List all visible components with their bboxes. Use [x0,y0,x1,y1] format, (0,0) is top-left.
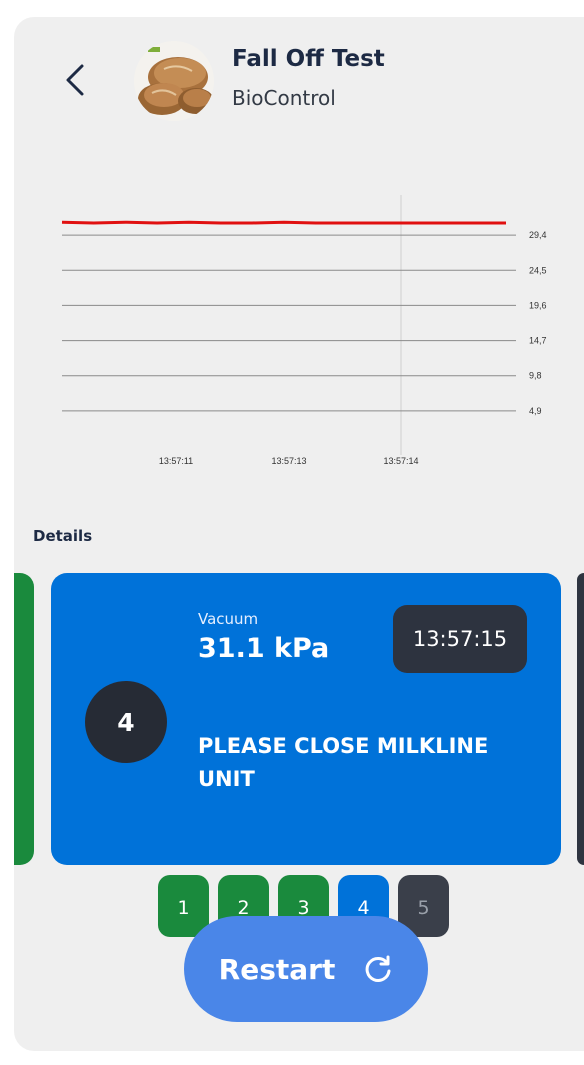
y-tick-label: 4,9 [529,406,542,416]
restart-button[interactable]: Restart [184,916,428,1022]
y-tick-label: 24,5 [529,265,547,275]
vacuum-value: 31.1 kPa [198,633,330,664]
x-tick-label: 13:57:14 [383,456,418,466]
previous-step-card[interactable] [14,573,34,865]
vacuum-label: Vacuum [198,610,259,628]
step-card: Vacuum 31.1 kPa 13:57:15 4 PLEASE CLOSE … [51,573,561,865]
y-tick-label: 9,8 [529,371,542,381]
step-5-label: 5 [417,897,430,919]
time-badge: 13:57:15 [393,605,527,673]
x-tick-label: 13:57:13 [271,456,306,466]
next-step-card[interactable] [577,573,584,865]
step-1-button[interactable]: 1 [158,875,209,937]
details-heading: Details [33,527,93,545]
vacuum-chart: 29,4 24,5 19,6 14,7 9,8 4,9 13:57:11 13:57:13 13… [61,195,547,466]
y-tick-label: 29,4 [529,230,547,240]
step-1-label: 1 [177,897,190,919]
y-tick-label: 14,7 [529,336,547,346]
vacuum-series-line [61,220,506,225]
step-instruction: PLEASE CLOSE MILKLINE UNIT [198,734,489,791]
x-tick-label: 13:57:11 [159,456,193,466]
step-number-badge: 4 [85,681,167,763]
y-tick-label: 19,6 [529,300,547,310]
restart-label: Restart [218,952,336,986]
refresh-icon [365,955,391,982]
